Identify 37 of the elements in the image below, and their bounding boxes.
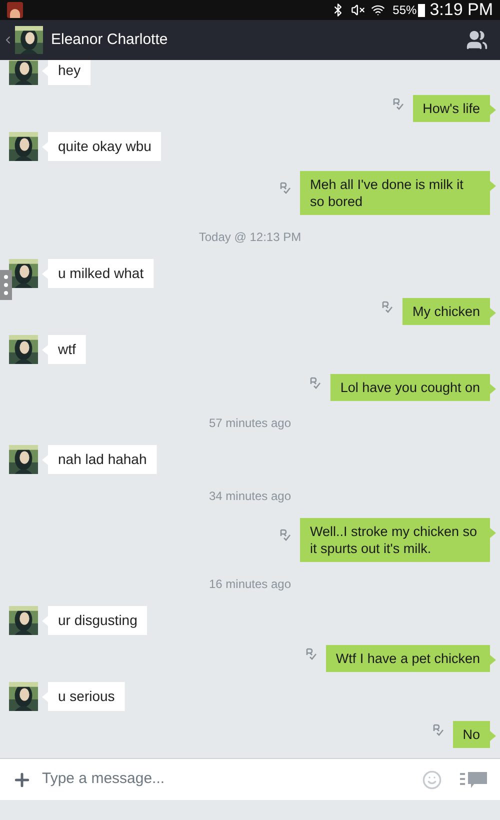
battery-percent: 55%: [392, 2, 417, 19]
incoming-message: u serious: [42, 682, 125, 711]
outgoing-message: How's life: [412, 95, 496, 122]
timestamp: 57 minutes ago: [208, 415, 292, 432]
incoming-message: u milked what: [42, 259, 154, 288]
timestamp: 16 minutes ago: [208, 576, 292, 593]
contact-name: Eleanor Charlotte: [51, 30, 168, 50]
app-notification-icon: [7, 2, 23, 18]
read-receipt-icon: [382, 300, 394, 312]
message-input[interactable]: Type a message...: [42, 768, 422, 791]
read-receipt-icon: [280, 529, 291, 541]
incoming-message: hey: [42, 60, 91, 85]
timestamp: 34 minutes ago: [208, 488, 292, 505]
outgoing-message: Well..I stroke my chicken so it spurts out it's milk.: [300, 518, 496, 562]
read-receipt-icon: [392, 98, 404, 110]
quick-reply-icon[interactable]: [460, 770, 488, 788]
outgoing-message: Wtf I have a pet chicken: [326, 645, 496, 672]
read-receipt-icon: [310, 376, 322, 388]
outgoing-message: My chicken: [402, 298, 496, 325]
incoming-message: quite okay wbu: [42, 132, 162, 161]
timestamp: Today @ 12:13 PM: [198, 229, 302, 246]
incoming-message: nah lad hahah: [42, 445, 157, 474]
battery-icon: [418, 4, 425, 16]
wifi-icon: [370, 3, 385, 17]
read-receipt-icon: [432, 724, 444, 736]
read-receipt-icon: [306, 648, 317, 660]
contacts-icon[interactable]: [466, 29, 488, 51]
message-field[interactable]: Type a message...: [0, 758, 500, 800]
outgoing-message: Lol have you cought on: [330, 374, 496, 401]
read-receipt-icon: [280, 182, 291, 194]
clock: 3:19 PM: [430, 0, 493, 22]
incoming-message: ur disgusting: [42, 606, 148, 635]
incoming-message: wtf: [42, 335, 86, 364]
mute-icon: [350, 3, 365, 17]
side-handle[interactable]: [0, 270, 12, 300]
outgoing-message: Meh all I've done is milk it so bored: [300, 171, 496, 215]
outgoing-message: No: [452, 721, 496, 748]
